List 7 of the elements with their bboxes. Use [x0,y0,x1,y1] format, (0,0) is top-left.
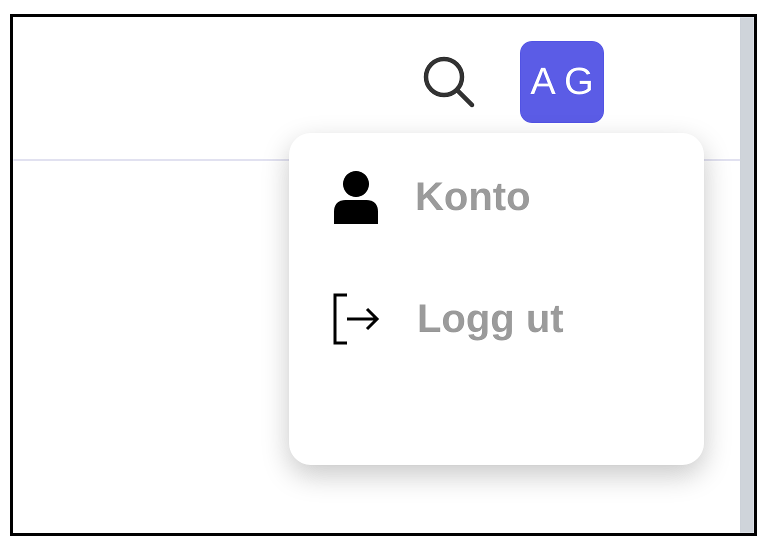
menu-item[interactable]: Logg ut [333,289,704,349]
person-icon [333,170,379,224]
menu-item[interactable]: Konto [333,167,704,227]
avatar-button[interactable]: A G [520,41,604,123]
logout-icon [333,293,381,345]
search-icon[interactable] [422,55,476,109]
scrollbar[interactable] [740,17,754,533]
